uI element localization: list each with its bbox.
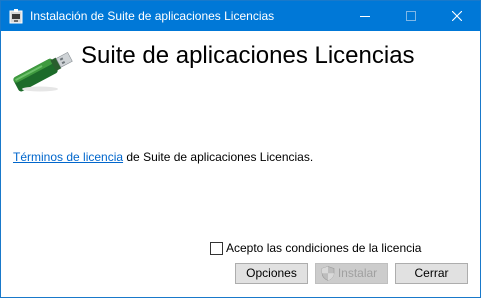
close-button[interactable]: [434, 1, 480, 31]
install-button[interactable]: Instalar: [315, 263, 388, 284]
options-button[interactable]: Opciones: [235, 263, 308, 284]
license-terms-line: Términos de licencia de Suite de aplicac…: [13, 150, 313, 165]
installer-window: Instalación de Suite de aplicaciones Lic…: [0, 0, 481, 298]
title-bar[interactable]: Instalación de Suite de aplicaciones Lic…: [1, 1, 480, 31]
maximize-button[interactable]: [388, 1, 434, 31]
accept-license-label[interactable]: Acepto las condiciones de la licencia: [226, 241, 421, 256]
minimize-icon: [360, 16, 370, 17]
close-icon: [452, 11, 462, 21]
window-title: Instalación de Suite de aplicaciones Lic…: [30, 9, 275, 23]
accept-license-checkbox[interactable]: [210, 242, 223, 255]
usb-dongle-icon: [10, 45, 76, 100]
uac-shield-icon: [321, 266, 335, 281]
license-terms-suffix: de Suite de aplicaciones Licencias.: [123, 150, 314, 164]
product-heading: Suite de aplicaciones Licencias: [81, 42, 415, 69]
install-button-label: Instalar: [337, 266, 378, 280]
cancel-button[interactable]: Cerrar: [395, 263, 468, 284]
maximize-icon: [406, 11, 416, 21]
client-area: Suite de aplicaciones Licencias Términos…: [1, 31, 480, 297]
installer-icon: [8, 8, 24, 24]
license-terms-link[interactable]: Términos de licencia: [13, 150, 123, 164]
minimize-button[interactable]: [342, 1, 388, 31]
